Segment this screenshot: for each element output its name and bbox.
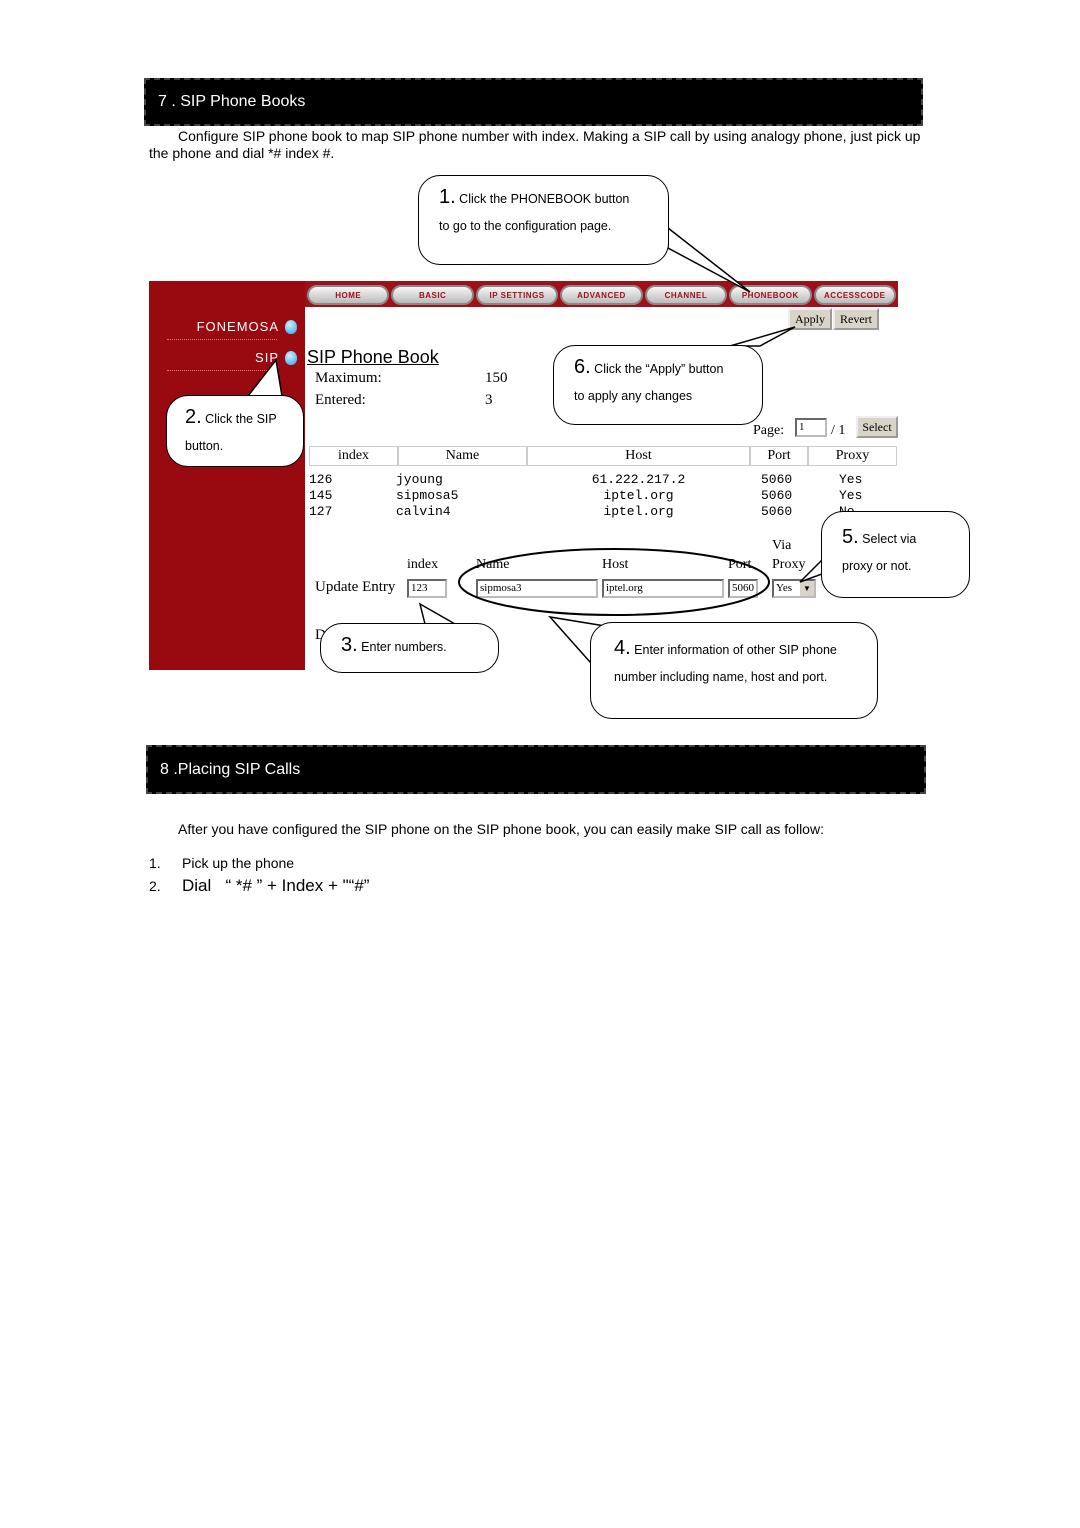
callout-text: Click the SIP — [205, 412, 277, 426]
callout-6: 6. Click the “Apply” button to apply any … — [553, 345, 763, 425]
callout-number: 1. — [439, 186, 456, 208]
section-8-header: 8 .Placing SIP Calls — [146, 745, 926, 794]
callout-number: 3. — [341, 634, 358, 656]
callout-text: Enter information of other SIP phone — [634, 643, 837, 657]
list-item: 2. Dial “ *# ” + Index + "“#” — [149, 876, 369, 896]
list-number: 1. — [149, 855, 161, 871]
callout-number: 5. — [842, 526, 859, 548]
callout-tails — [246, 226, 823, 664]
callout-number: 2. — [185, 406, 202, 428]
callout-2: 2. Click the SIP button. — [166, 395, 304, 467]
callout-text: number including name, host and port. — [614, 670, 828, 684]
list-text: Pick up the phone — [182, 855, 295, 871]
callout-4: 4. Enter information of other SIP phone n… — [590, 622, 878, 719]
callout-text: Select via — [862, 532, 917, 546]
callout-6-tail — [729, 326, 796, 347]
name-host-port-highlight-ellipse — [458, 548, 770, 616]
callout-1: 1. Click the PHONEBOOK button to go to th… — [418, 175, 669, 265]
list-number: 2. — [149, 878, 161, 894]
callout-text: to apply any changes — [574, 389, 693, 403]
section-8-title: 8 .Placing SIP Calls — [160, 760, 301, 778]
list-text: Dial “ *# ” + Index + "“#” — [182, 876, 370, 895]
callout-2-tail — [246, 358, 283, 397]
callout-number: 4. — [614, 637, 631, 659]
callout-text: Enter numbers. — [361, 640, 447, 654]
list-item: 1. Pick up the phone — [149, 855, 294, 871]
callout-1-tail — [667, 226, 751, 293]
callout-text: button. — [185, 439, 224, 453]
callout-text: to go to the configuration page. — [439, 219, 612, 233]
callout-text: proxy or not. — [842, 559, 912, 573]
callout-number: 6. — [574, 356, 591, 378]
callout-text: Click the “Apply” button — [594, 362, 724, 376]
callout-5-tail — [799, 558, 823, 583]
callout-3: 3. Enter numbers. — [320, 623, 499, 673]
callout-5: 5. Select via proxy or not. — [821, 511, 970, 598]
callout-3-tail — [418, 602, 458, 625]
section-8-intro: After you have configured the SIP phone … — [178, 821, 824, 837]
callout-text: Click the PHONEBOOK button — [459, 192, 630, 206]
